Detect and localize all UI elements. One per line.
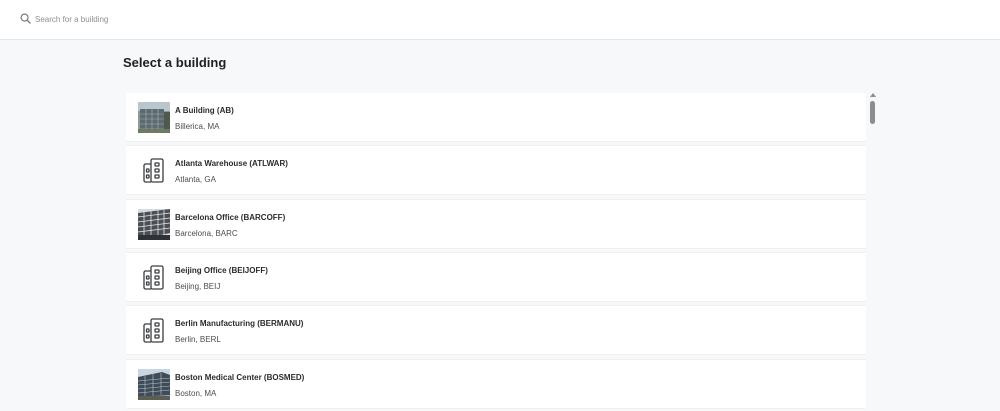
building-location: Berlin, BERL bbox=[175, 335, 221, 344]
list-scrollbar[interactable] bbox=[869, 93, 877, 411]
building-photo-thumbnail bbox=[138, 369, 170, 400]
building-location: Boston, MA bbox=[175, 389, 217, 398]
list-item-a-building[interactable]: A Building (AB) Billerica, MA bbox=[126, 93, 866, 141]
list-item-boston-medical-center[interactable]: Boston Medical Center (BOSMED) Boston, M… bbox=[126, 360, 866, 408]
building-name: Beijing Office (BEIJOFF) bbox=[175, 266, 268, 275]
search-input[interactable] bbox=[35, 10, 435, 28]
building-icon bbox=[143, 265, 164, 290]
top-search-bar bbox=[0, 0, 1000, 40]
building-location: Billerica, MA bbox=[175, 122, 220, 131]
building-location: Barcelona, BARC bbox=[175, 229, 238, 238]
building-photo-thumbnail bbox=[138, 102, 170, 133]
building-name: Berlin Manufacturing (BERMANU) bbox=[175, 319, 304, 328]
building-location: Beijing, BEIJ bbox=[175, 282, 221, 291]
list-item-berlin-manufacturing[interactable]: Berlin Manufacturing (BERMANU) Berlin, B… bbox=[126, 306, 866, 354]
building-name: Atlanta Warehouse (ATLWAR) bbox=[175, 159, 288, 168]
building-location: Atlanta, GA bbox=[175, 175, 216, 184]
list-item-atlanta-warehouse[interactable]: Atlanta Warehouse (ATLWAR) Atlanta, GA bbox=[126, 146, 866, 194]
building-photo-thumbnail bbox=[138, 209, 170, 240]
search-icon bbox=[20, 13, 31, 24]
building-icon bbox=[143, 158, 164, 183]
list-item-barcelona-office[interactable]: Barcelona Office (BARCOFF) Barcelona, BA… bbox=[126, 200, 866, 248]
page-title: Select a building bbox=[123, 55, 227, 70]
scrollbar-thumb[interactable] bbox=[870, 101, 875, 124]
scroll-up-arrow-icon[interactable] bbox=[870, 93, 876, 97]
list-item-beijing-office[interactable]: Beijing Office (BEIJOFF) Beijing, BEIJ bbox=[126, 253, 866, 301]
building-name: Barcelona Office (BARCOFF) bbox=[175, 213, 286, 222]
building-list: A Building (AB) Billerica, MA Atlanta Wa… bbox=[126, 93, 866, 411]
building-name: Boston Medical Center (BOSMED) bbox=[175, 373, 305, 382]
building-icon bbox=[143, 318, 164, 343]
building-name: A Building (AB) bbox=[175, 106, 234, 115]
